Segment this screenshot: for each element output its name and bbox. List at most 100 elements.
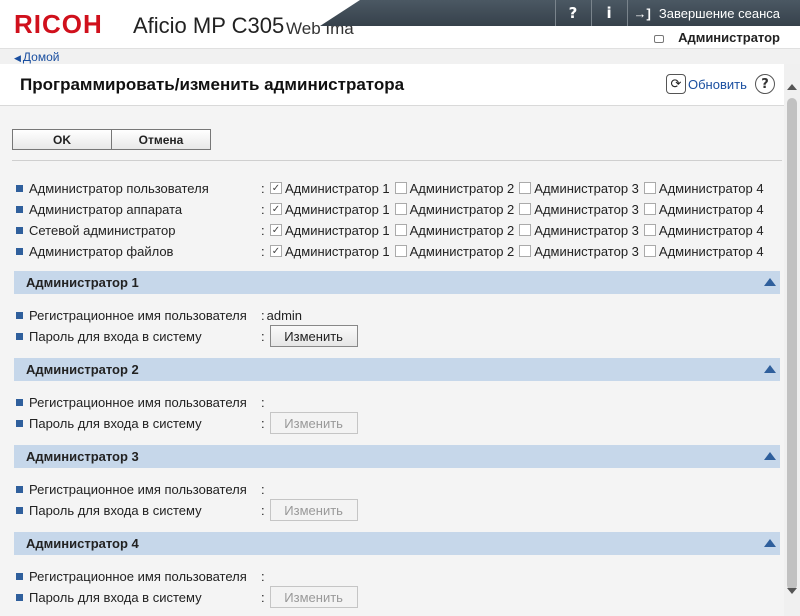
admin-checkbox-label: Администратор 3: [534, 222, 639, 238]
chevron-left-icon: ◀: [14, 53, 21, 63]
admin-checkbox-label: Администратор 4: [658, 222, 764, 238]
admin-checkbox-label: Администратор 3: [534, 201, 639, 217]
admin-section-title: Администратор 3: [26, 449, 139, 464]
password-row: Пароль для входа в систему: Изменить: [16, 499, 616, 521]
admin-checkbox[interactable]: [643, 245, 656, 257]
password-row: Пароль для входа в систему: Изменить: [16, 586, 616, 608]
admin-checkbox[interactable]: ✓: [270, 182, 282, 194]
colon: :: [261, 568, 265, 584]
admin-checkbox[interactable]: [643, 203, 656, 215]
admin-checkbox-label: Администратор 4: [658, 180, 764, 196]
title-bar: Программировать/изменить администратора …: [0, 64, 784, 106]
admin-section-title: Администратор 2: [26, 362, 139, 377]
scroll-thumb[interactable]: [787, 98, 797, 590]
action-buttons: OK Отмена: [12, 129, 211, 150]
vertical-scrollbar[interactable]: [784, 64, 800, 616]
collapse-icon[interactable]: [764, 365, 776, 373]
login-name-label: Регистрационное имя пользователя: [29, 568, 247, 584]
refresh-button[interactable]: ⟳ Обновить: [666, 74, 747, 94]
colon: :: [261, 180, 265, 196]
home-link-label: Домой: [22, 50, 60, 64]
login-name-row: Регистрационное имя пользователя:: [16, 392, 616, 412]
bullet-icon: [16, 419, 23, 427]
info-button[interactable]: i: [590, 0, 627, 26]
admin-checkbox[interactable]: ✓: [270, 203, 282, 215]
bullet-icon: [16, 184, 23, 192]
password-label: Пароль для входа в систему: [29, 328, 202, 344]
model-name: Aficio MP C305: [133, 13, 285, 38]
bullet-icon: [16, 205, 23, 213]
ok-button[interactable]: OK: [12, 129, 112, 150]
admin-checkbox-label: Администратор 2: [409, 222, 515, 238]
colon: :: [261, 307, 265, 323]
permission-label: Сетевой администратор: [29, 222, 176, 238]
refresh-icon: ⟳: [666, 74, 686, 94]
scroll-up-icon[interactable]: [787, 84, 797, 90]
colon: :: [261, 201, 265, 217]
password-row: Пароль для входа в систему: Изменить: [16, 412, 616, 434]
login-name-label: Регистрационное имя пользователя: [29, 307, 247, 323]
admin-checkbox[interactable]: ✓: [270, 224, 282, 236]
permission-row: Администратор аппарата: ✓ Администратор 1 А…: [16, 199, 776, 219]
help-button[interactable]: ?: [554, 0, 591, 26]
admin-checkbox-label: Администратор 2: [409, 180, 515, 196]
main-content: Программировать/изменить администратора …: [0, 64, 784, 616]
admin-checkbox[interactable]: [519, 245, 532, 257]
admin-checkbox-label: Администратор 1: [285, 201, 390, 217]
admin-checkbox-label: Администратор 1: [285, 243, 390, 259]
admin-checkbox[interactable]: [643, 182, 656, 194]
colon: :: [261, 502, 265, 518]
admin-checkbox-label: Администратор 1: [285, 180, 390, 196]
logout-icon: →]: [633, 5, 651, 21]
user-role: Администратор: [678, 30, 780, 45]
cancel-button[interactable]: Отмена: [111, 129, 211, 150]
collapse-icon[interactable]: [764, 452, 776, 460]
permission-row: Сетевой администратор: ✓ Администратор 1 Ад…: [16, 220, 776, 240]
admin-section-header: Администратор 3: [14, 445, 780, 468]
admin-checkbox[interactable]: [519, 203, 532, 215]
page-title: Программировать/изменить администратора: [20, 75, 405, 94]
admin-checkbox-label: Администратор 4: [658, 201, 764, 217]
admin-checkbox-label: Администратор 2: [409, 243, 515, 259]
admin-section-header: Администратор 2: [14, 358, 780, 381]
header-toolbar: ? i →] Завершение сеанса: [554, 0, 800, 26]
admin-section-header: Администратор 1: [14, 271, 780, 294]
collapse-icon[interactable]: [764, 278, 776, 286]
change-password-button[interactable]: Изменить: [269, 325, 358, 347]
collapse-icon[interactable]: [764, 539, 776, 547]
login-name-label: Регистрационное имя пользователя: [29, 481, 247, 497]
admin-checkbox[interactable]: ✓: [270, 245, 282, 257]
colon: :: [261, 222, 265, 238]
current-user: Администратор: [654, 30, 780, 45]
admin-checkbox[interactable]: [519, 224, 532, 236]
admin-checkbox[interactable]: [643, 224, 656, 236]
colon: :: [261, 415, 265, 431]
divider: [12, 160, 782, 161]
admin-checkbox[interactable]: [394, 224, 407, 236]
admin-checkbox[interactable]: [394, 245, 407, 257]
password-label: Пароль для входа в систему: [29, 589, 202, 605]
admin-checkbox[interactable]: [394, 203, 407, 215]
logout-button[interactable]: →] Завершение сеанса: [626, 0, 800, 26]
logout-label: Завершение сеанса: [658, 5, 780, 21]
bullet-icon: [16, 247, 23, 255]
permission-row: Администратор файлов: ✓ Администратор 1 Адм…: [16, 241, 776, 261]
change-password-button: Изменить: [269, 499, 358, 521]
admin-checkbox-label: Администратор 2: [409, 201, 515, 217]
colon: :: [261, 243, 265, 259]
admin-section-title: Администратор 1: [26, 275, 139, 290]
breadcrumb: ◀ Домой: [0, 48, 800, 64]
admin-checkbox[interactable]: [519, 182, 532, 194]
login-name-row: Регистрационное имя пользователя:: [16, 566, 616, 586]
colon: :: [261, 589, 265, 605]
page-help-button[interactable]: ?: [755, 74, 775, 94]
permission-row: Администратор пользователя: ✓ Администрато…: [16, 178, 776, 198]
scroll-down-icon[interactable]: [787, 588, 797, 594]
permission-label: Администратор аппарата: [29, 201, 183, 217]
home-link[interactable]: ◀ Домой: [14, 50, 59, 64]
bullet-icon: [16, 398, 23, 406]
permission-label: Администратор пользователя: [29, 180, 209, 196]
admin-checkbox[interactable]: [394, 182, 407, 194]
refresh-label: Обновить: [688, 76, 747, 92]
bullet-icon: [16, 485, 23, 493]
